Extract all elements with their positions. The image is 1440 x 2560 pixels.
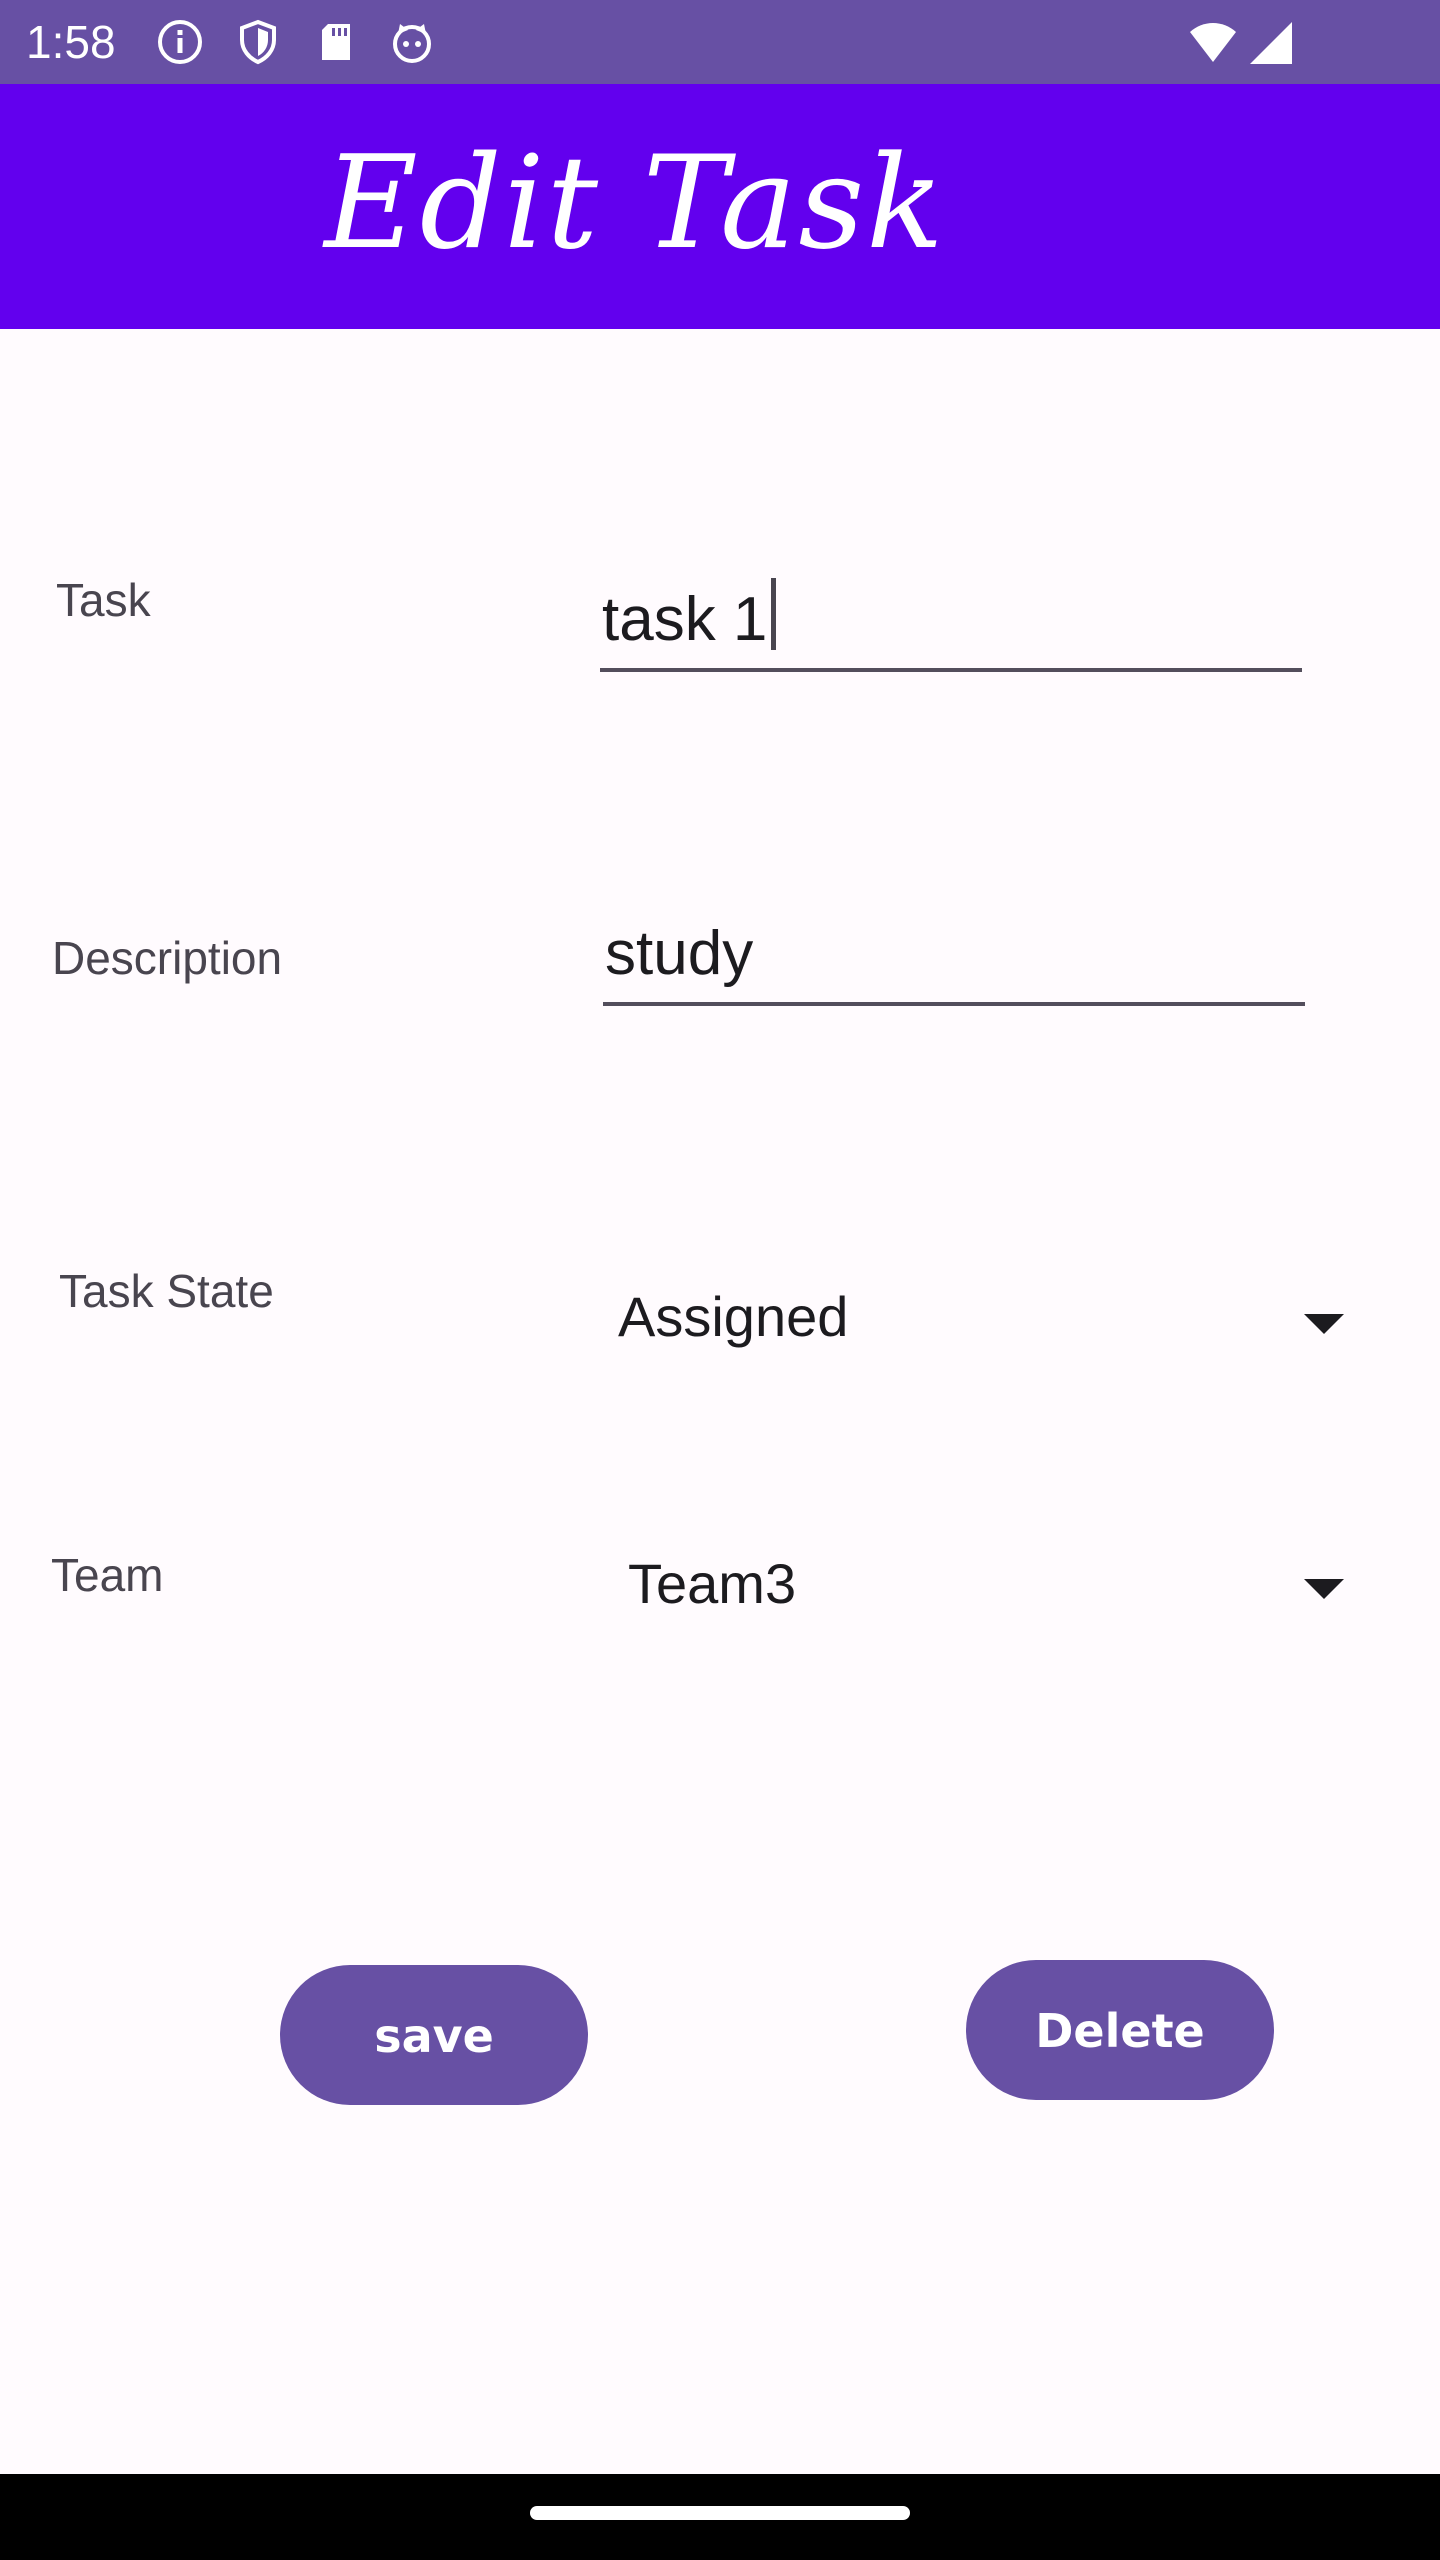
sd-card-icon bbox=[322, 24, 350, 60]
status-time: 1:58 bbox=[26, 16, 116, 68]
task-label: Task bbox=[56, 574, 151, 626]
chevron-down-icon bbox=[1304, 1579, 1344, 1599]
description-input[interactable]: study bbox=[603, 900, 1305, 1006]
info-icon bbox=[158, 20, 202, 64]
description-input-value: study bbox=[605, 919, 754, 988]
wifi-icon bbox=[1190, 23, 1236, 62]
home-gesture-handle[interactable] bbox=[530, 2506, 910, 2520]
team-dropdown[interactable]: Team3 bbox=[600, 1535, 1360, 1635]
cat-face-icon bbox=[393, 24, 431, 63]
team-selected: Team3 bbox=[628, 1552, 797, 1615]
task-state-label: Task State bbox=[59, 1265, 274, 1317]
shield-icon bbox=[240, 19, 276, 65]
app-bar: Edit Task bbox=[0, 84, 1440, 329]
task-state-dropdown[interactable]: Assigned bbox=[600, 1270, 1360, 1370]
navigation-bar bbox=[0, 2474, 1440, 2560]
page-title: Edit Task bbox=[324, 129, 946, 278]
team-label: Team bbox=[51, 1549, 164, 1601]
save-button[interactable]: save bbox=[280, 1965, 588, 2105]
status-bar: 1:58 bbox=[0, 0, 1440, 84]
task-input-value: task 1 bbox=[602, 585, 768, 654]
description-label: Description bbox=[52, 932, 283, 984]
task-input[interactable]: task 1 bbox=[600, 560, 1302, 672]
signal-icon bbox=[1250, 22, 1292, 64]
chevron-down-icon bbox=[1304, 1314, 1344, 1334]
delete-button[interactable]: Delete bbox=[966, 1960, 1274, 2100]
task-state-selected: Assigned bbox=[618, 1285, 849, 1348]
text-cursor bbox=[771, 578, 777, 650]
